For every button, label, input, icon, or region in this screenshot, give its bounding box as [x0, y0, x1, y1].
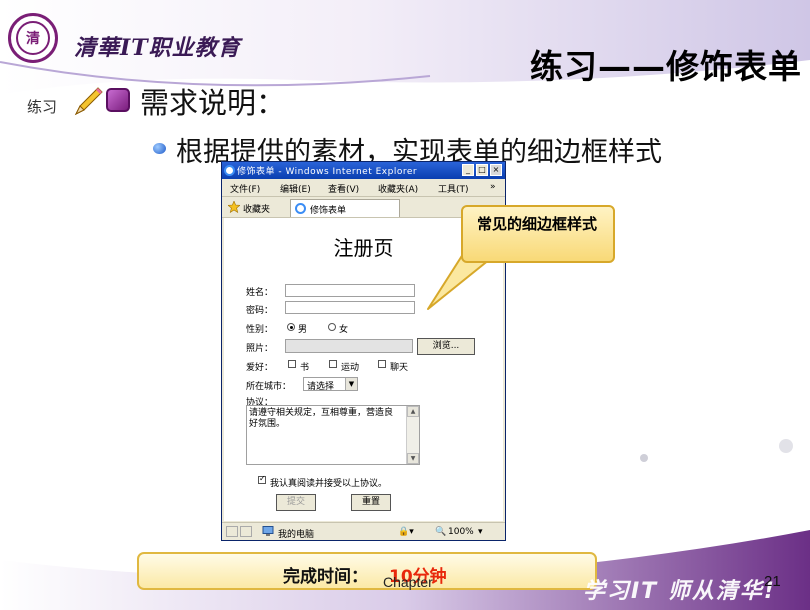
hobby-book-checkbox[interactable]	[288, 360, 296, 368]
hobby-chat-checkbox[interactable]	[378, 360, 386, 368]
photo-label: 照片：	[246, 344, 274, 354]
name-input[interactable]	[285, 284, 415, 297]
hobby-sport-checkbox[interactable]	[329, 360, 337, 368]
zoom-icon: 🔍	[435, 527, 447, 537]
city-select-value: 请选择	[307, 382, 335, 392]
status-panel-2	[240, 526, 252, 537]
menu-file[interactable]: 文件(F)	[230, 182, 260, 195]
maximize-icon[interactable]: □	[476, 164, 488, 176]
requirement-heading: 需求说明：	[140, 86, 286, 120]
accept-label: 我认真阅读并接受以上协议。	[270, 479, 388, 489]
completion-time-bar: 完成时间： 10分钟	[137, 552, 597, 590]
sub-bullet-icon	[153, 143, 166, 154]
accept-checkbox[interactable]: ✓	[258, 474, 266, 484]
practice-tag: 练习	[27, 98, 58, 116]
browse-button[interactable]: 浏览...	[417, 338, 475, 355]
logo-inner: 清	[16, 21, 50, 55]
scroll-down-icon[interactable]: ▼	[407, 453, 419, 464]
check-mark-icon: ✓	[259, 474, 266, 483]
slide-title: 练习——修饰表单	[530, 47, 802, 86]
page-number: 21	[764, 573, 781, 590]
photo-file-input[interactable]	[285, 339, 413, 353]
status-bar: 我的电脑 🔒▾ 🔍 100% ▾	[222, 522, 505, 541]
close-icon[interactable]: ×	[490, 164, 502, 176]
ie-icon	[224, 165, 235, 176]
menu-edit[interactable]: 编辑(E)	[280, 182, 311, 195]
scroll-up-icon[interactable]: ▲	[407, 406, 419, 417]
heading-bullet-icon	[106, 88, 130, 112]
password-input[interactable]	[285, 301, 415, 314]
callout-text: 常见的细边框样式	[477, 215, 598, 233]
agreement-textarea[interactable]: 请遵守相关规定，互相尊重，营造良好氛围。 ▲ ▼	[246, 405, 420, 465]
chevron-down-icon[interactable]: ▼	[345, 378, 357, 390]
hobby-label: 爱好：	[246, 363, 274, 373]
gender-male-radio[interactable]	[287, 323, 295, 331]
menu-tools[interactable]: 工具(T)	[438, 182, 469, 195]
gender-female-label: 女	[339, 325, 349, 335]
footer-slogan: 学习IT 师从清华!	[583, 579, 776, 604]
gender-female-radio[interactable]	[328, 323, 336, 331]
tab-label: 修饰表单	[310, 206, 347, 216]
favorites-label[interactable]: 收藏夹	[243, 202, 270, 215]
callout-box: 常见的细边框样式	[461, 205, 615, 263]
pencil-icon	[74, 87, 103, 116]
gender-male-label: 男	[298, 325, 308, 335]
status-zone: 我的电脑	[278, 530, 315, 540]
name-label: 姓名：	[246, 288, 274, 298]
university-logo: 清	[8, 13, 58, 63]
tab-form[interactable]: 修饰表单	[290, 199, 400, 217]
city-select[interactable]: 请选择 ▼	[303, 377, 358, 392]
browser-title: 修饰表单 - Windows Internet Explorer	[237, 167, 418, 177]
gender-label: 性别：	[246, 325, 274, 335]
password-label: 密码：	[246, 306, 274, 316]
minimize-icon[interactable]: _	[462, 164, 474, 176]
computer-icon	[262, 526, 274, 536]
status-panel-1	[226, 526, 238, 537]
star-icon	[228, 201, 240, 213]
agreement-text: 请遵守相关规定，互相尊重，营造良好氛围。	[249, 408, 394, 429]
menu-view[interactable]: 查看(V)	[328, 182, 359, 195]
hobby-book-label: 书	[300, 363, 310, 373]
textarea-scrollbar[interactable]: ▲ ▼	[406, 406, 419, 464]
completion-time-label: 完成时间：	[283, 567, 368, 587]
chapter-label: Chapter	[383, 574, 433, 590]
brand-name: 清華IT职业教育	[74, 35, 241, 61]
submit-button[interactable]: 提交	[276, 494, 316, 511]
zoom-menu-icon[interactable]: ▾	[478, 527, 483, 537]
tab-ie-icon	[295, 203, 306, 214]
hobby-sport-label: 运动	[341, 363, 360, 373]
city-label: 所在城市：	[246, 382, 292, 392]
menu-bar: 文件(F) 编辑(E) 查看(V) 收藏夹(A) 工具(T) »	[222, 179, 505, 197]
reset-button[interactable]: 重置	[351, 494, 391, 511]
security-icon[interactable]: 🔒▾	[398, 527, 414, 537]
menu-favorites[interactable]: 收藏夹(A)	[378, 182, 418, 195]
status-zoom[interactable]: 100%	[448, 527, 474, 537]
hobby-chat-label: 聊天	[390, 363, 409, 373]
browser-titlebar[interactable]: 修饰表单 - Windows Internet Explorer _ □ ×	[222, 162, 505, 179]
menu-more[interactable]: »	[490, 182, 496, 192]
